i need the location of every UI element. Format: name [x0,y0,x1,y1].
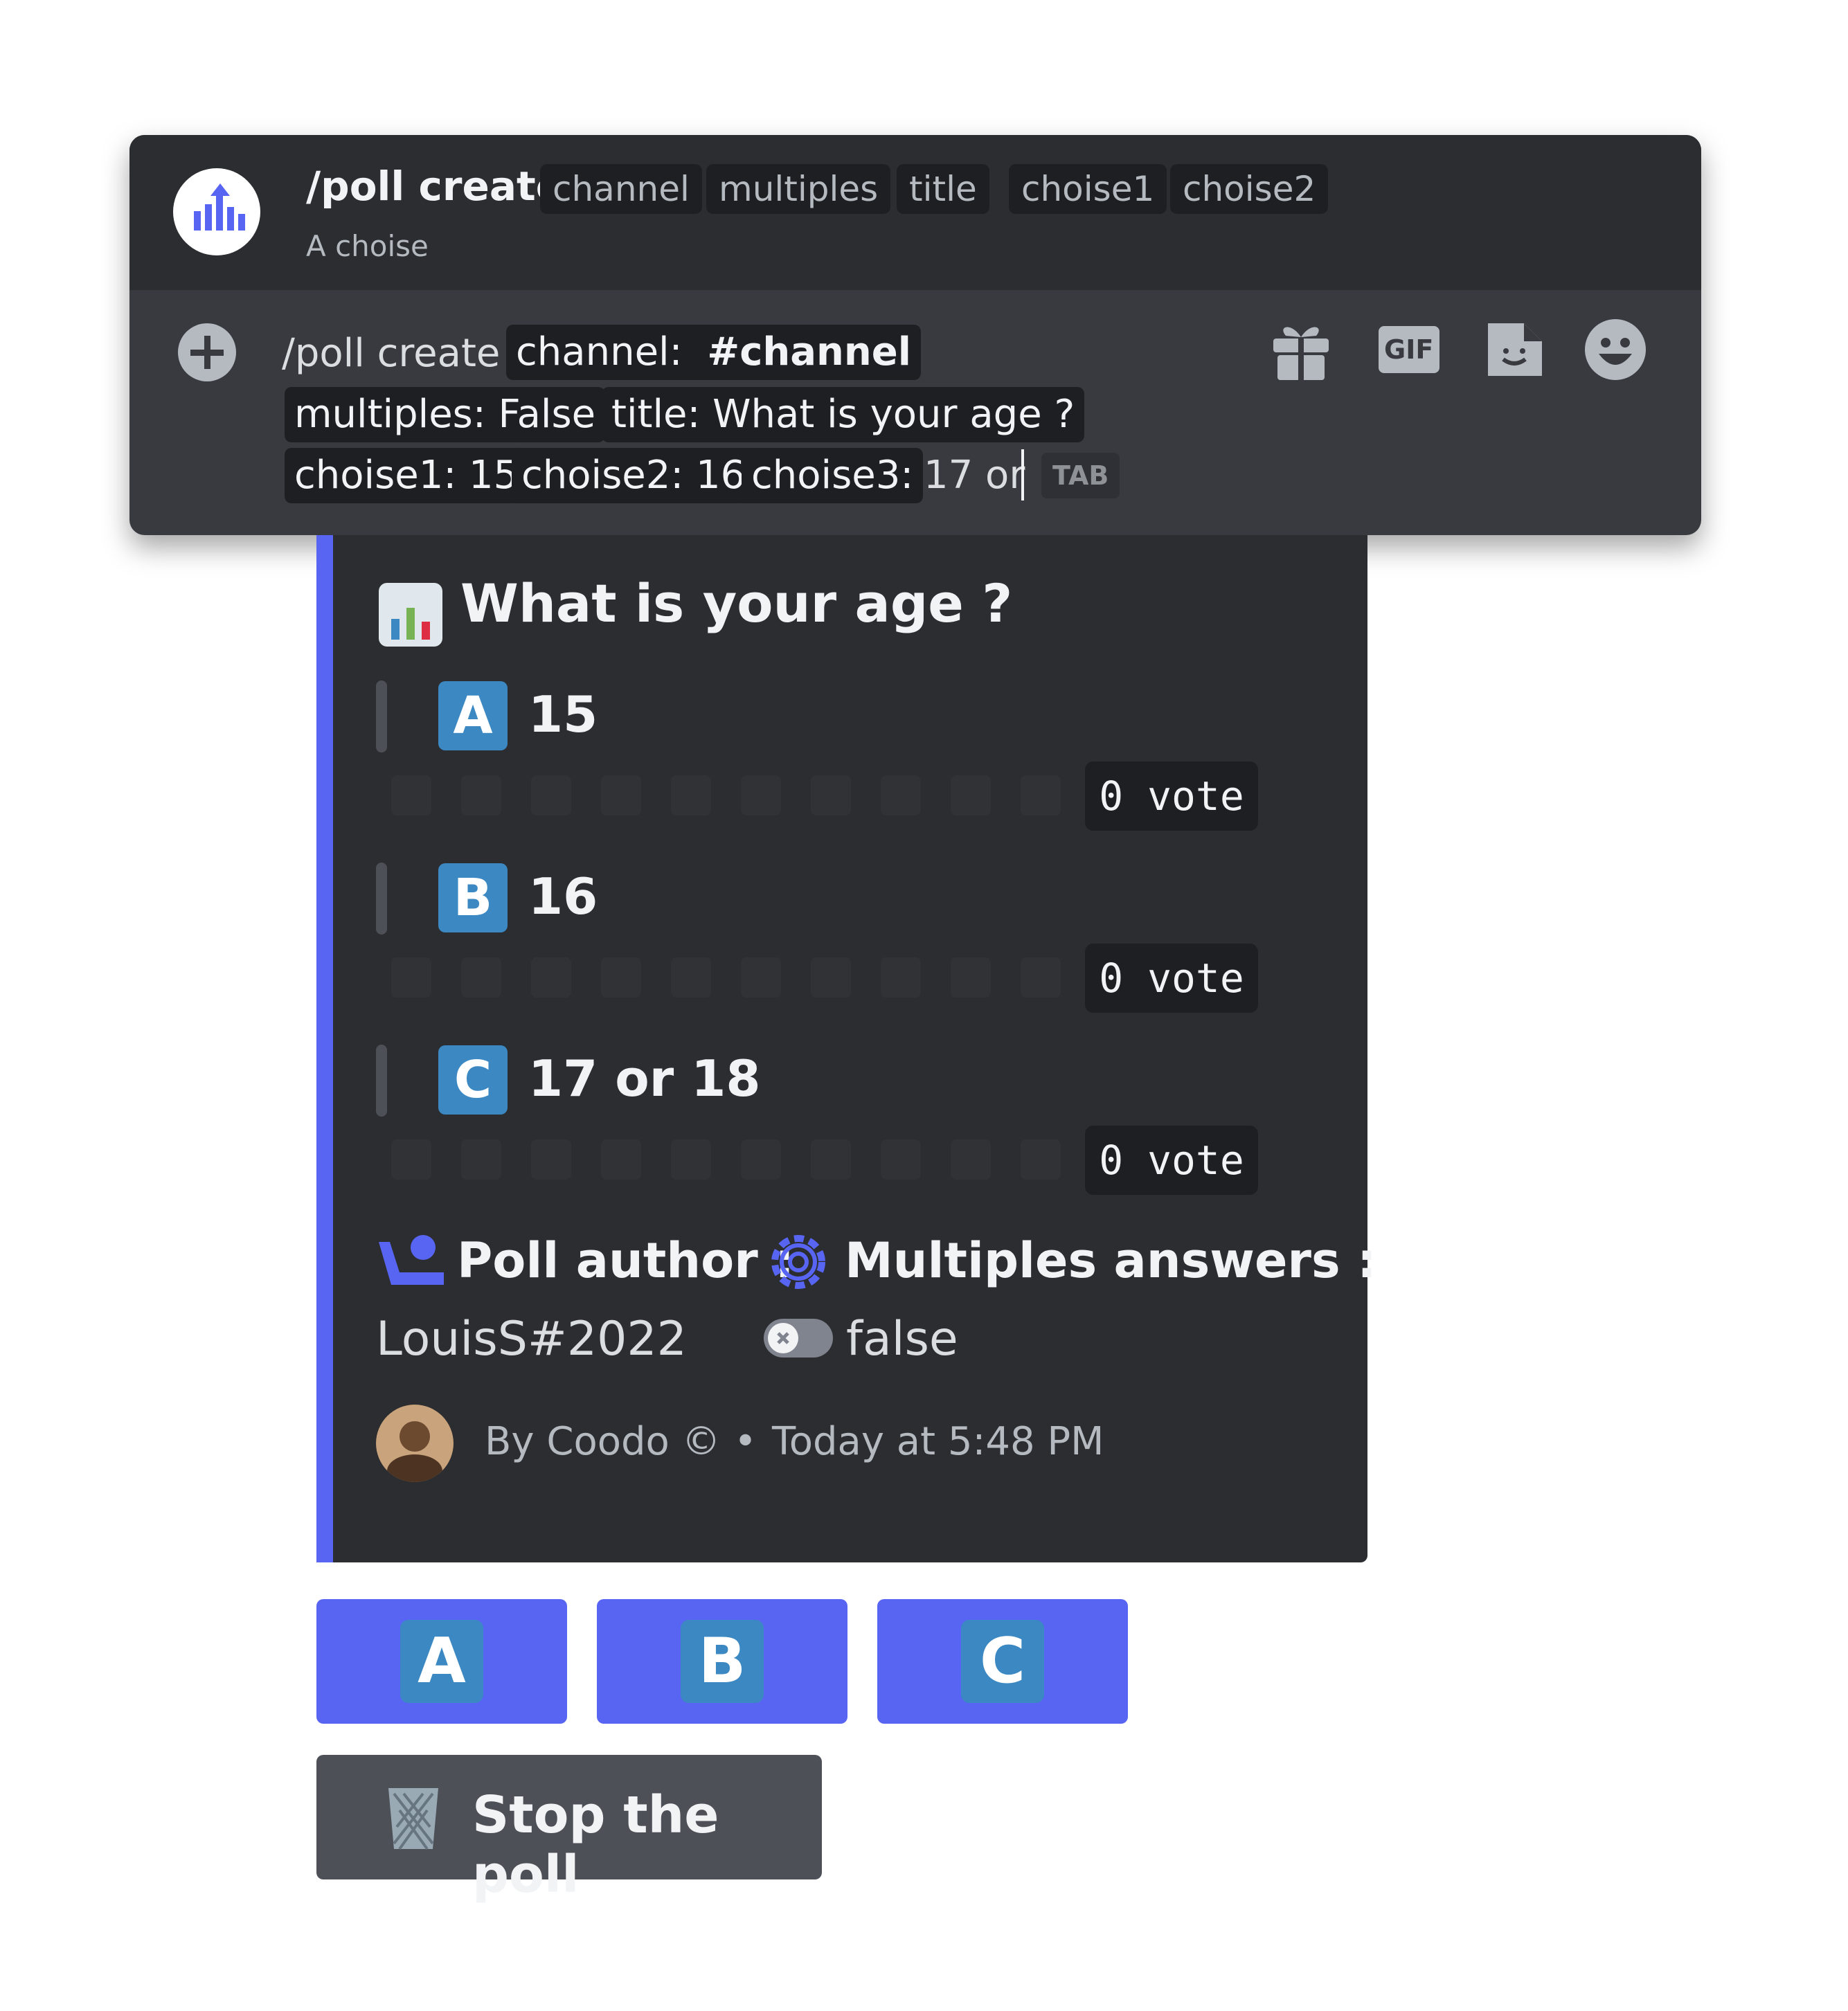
channel-param-label: channel: [516,330,683,375]
quote-bar [376,863,387,935]
channel-param[interactable]: channel: #channel [506,325,921,380]
choise2-param[interactable]: choise2: 16 [512,448,755,503]
progress-cell [461,775,501,815]
progress-cell [811,1139,851,1180]
progress-cell [811,957,851,998]
stop-poll-button[interactable]: Stop the poll [316,1755,822,1904]
vote-b-button[interactable]: B [597,1599,847,1724]
progress-cell [881,775,921,815]
progress-cell [951,957,991,998]
bot-avatar [173,168,260,255]
letter-b-icon: B [438,863,508,932]
command-prefix: /poll create [282,331,501,376]
progress-cell [671,957,711,998]
option-chip-title[interactable]: title [897,164,989,214]
channel-param-value: #channel [707,330,911,375]
progress-cell [951,1139,991,1180]
option-c-label: 17 or 18 [528,1049,761,1108]
option-a-votes: 0 vote [1085,761,1258,831]
progress-cell [741,957,781,998]
progress-cell [1021,957,1061,998]
progress-cell [391,1139,431,1180]
gear-icon [764,1227,833,1297]
bar-chart-icon [376,580,445,649]
progress-cell [741,775,781,815]
progress-cell [601,775,641,815]
progress-cell [601,957,641,998]
slash-command-window: /poll create channel multiples title cho… [129,135,1701,535]
stop-poll-label: Stop the poll [472,1785,719,1904]
letter-a-icon: A [438,681,508,750]
text-caret [1021,449,1024,501]
progress-cell [531,957,571,998]
progress-cell [391,957,431,998]
footer-time: Today at 5:48 PM [772,1419,1104,1464]
poll-title: What is your age ? [460,572,1013,634]
multiples-field-value: false [846,1312,958,1367]
progress-cell [531,1139,571,1180]
option-chip-choise1[interactable]: choise1 [1009,164,1167,214]
user-icon [376,1232,447,1288]
letter-a-icon: A [400,1620,483,1703]
command-description: A choise [306,229,429,263]
title-param[interactable]: title: What is your age ? [602,387,1085,442]
typed-text[interactable]: 17 or [924,449,1025,502]
option-b-votes: 0 vote [1085,944,1258,1013]
progress-cell [461,1139,501,1180]
option-b-label: 16 [528,867,598,926]
command-name: /poll create [306,163,564,210]
footer-avatar [376,1405,454,1482]
progress-cell [391,775,431,815]
toggle-off-icon [764,1319,833,1358]
progress-cell [531,775,571,815]
footer-by: By Coodo © [485,1419,721,1464]
progress-cell [601,1139,641,1180]
footer-separator: • [734,1419,757,1464]
gift-icon[interactable] [1268,316,1334,383]
progress-cell [671,775,711,815]
option-chip-multiples[interactable]: multiples [706,164,891,214]
emoji-icon[interactable] [1582,316,1649,383]
progress-cell [1021,1139,1061,1180]
vote-c-button[interactable]: C [877,1599,1128,1724]
gif-label: GIF [1384,334,1434,365]
toggle-knob [768,1323,798,1353]
letter-c-icon: C [961,1620,1044,1703]
progress-cell [1021,775,1061,815]
wastebasket-icon [379,1783,448,1852]
option-chip-channel[interactable]: channel [540,164,702,214]
progress-cell [881,957,921,998]
tab-hint: TAB [1041,453,1120,498]
multiples-field-name: Multiples answers : [845,1232,1376,1289]
choise3-param-label[interactable]: choise3: [742,448,924,503]
author-field-value: LouisS#2022 [376,1312,687,1367]
command-suggestion[interactable]: /poll create channel multiples title cho… [129,135,1701,290]
progress-cell [951,775,991,815]
progress-cell [741,1139,781,1180]
letter-c-icon: C [438,1045,508,1115]
gif-icon[interactable]: GIF [1376,316,1442,383]
quote-bar [376,680,387,752]
choise1-param[interactable]: choise1: 15 [285,448,528,503]
author-field-name: Poll author : [457,1232,795,1289]
option-chip-choise2[interactable]: choise2 [1170,164,1329,214]
option-a-label: 15 [528,685,598,743]
progress-cell [461,957,501,998]
progress-cell [811,775,851,815]
embed-accent-bar [316,535,333,1562]
multiples-param[interactable]: multiples: False [285,387,606,442]
quote-bar [376,1045,387,1117]
option-c-votes: 0 vote [1085,1126,1258,1195]
sticker-icon[interactable] [1481,316,1548,383]
progress-cell [881,1139,921,1180]
progress-cell [671,1139,711,1180]
vote-a-button[interactable]: A [316,1599,567,1724]
letter-b-icon: B [681,1620,764,1703]
add-attachment-button[interactable] [178,323,236,381]
